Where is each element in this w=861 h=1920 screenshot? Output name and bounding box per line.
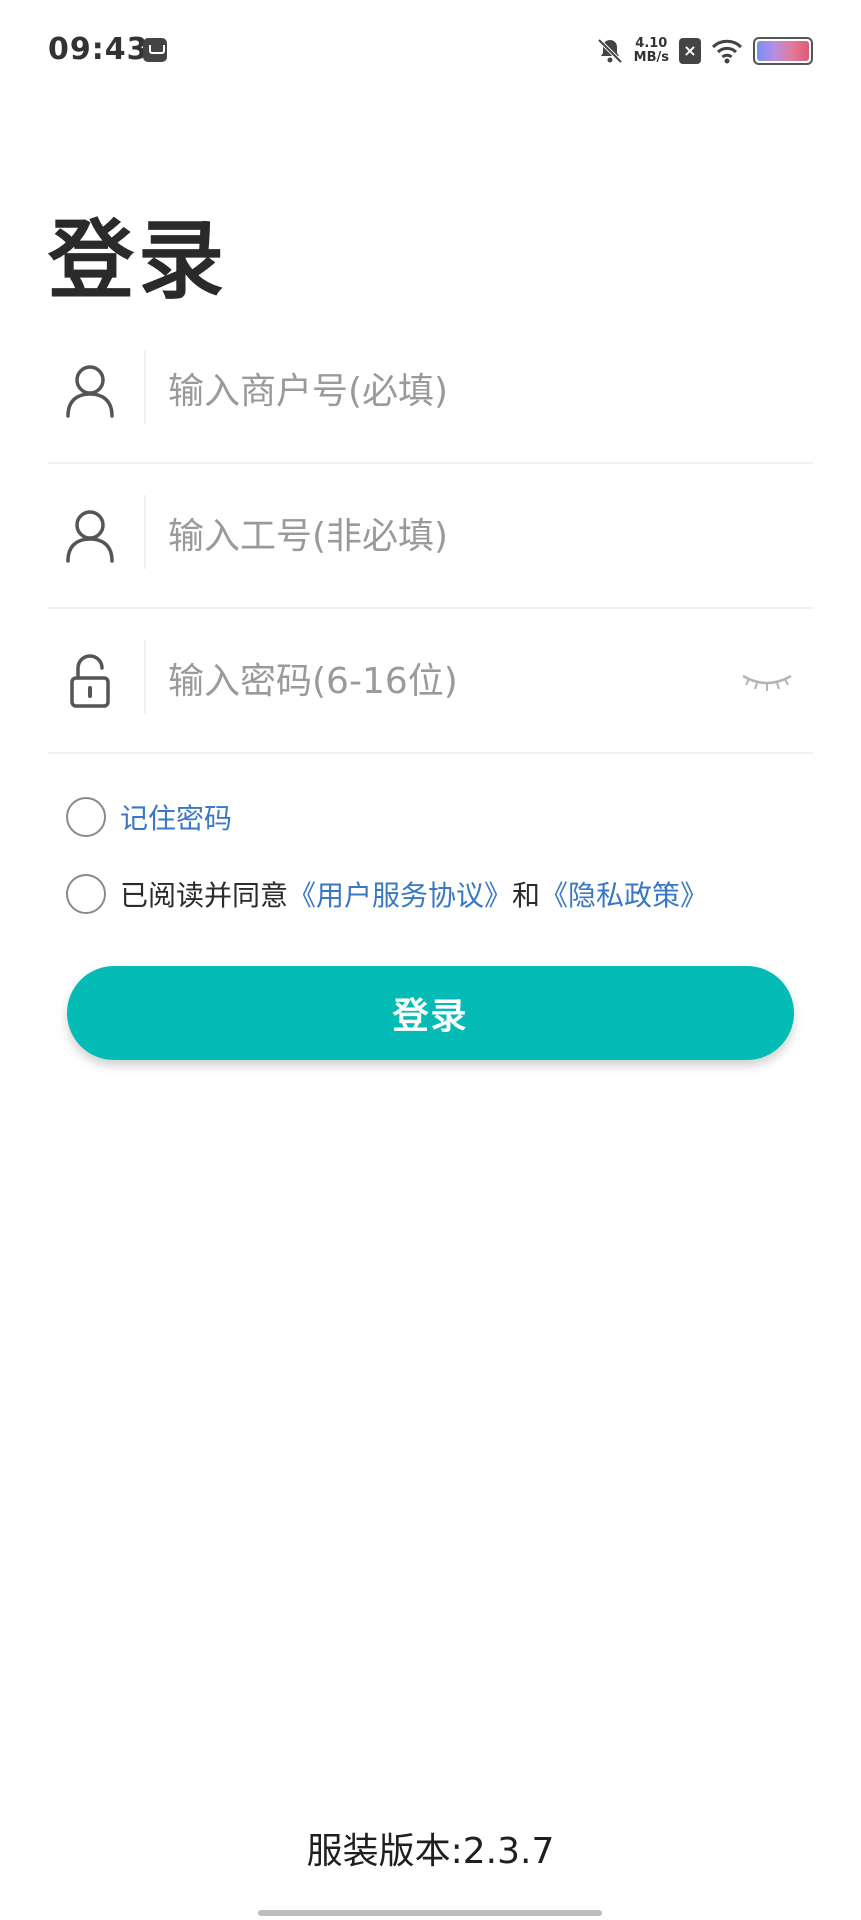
field-divider: [144, 640, 146, 714]
lock-icon: [70, 654, 110, 708]
merchant-field-row: [48, 318, 813, 464]
password-input[interactable]: [166, 648, 730, 714]
sim-off-icon: ×: [679, 38, 701, 64]
agreement-conjunction: 和: [512, 879, 541, 912]
user-icon: [66, 510, 114, 563]
remember-password-checkbox[interactable]: [66, 797, 106, 837]
app-notification-icon: [143, 38, 167, 62]
network-speed: 4.10 MB/s: [634, 37, 669, 65]
status-bar: 09:43 4.10 MB/s ×: [0, 0, 861, 100]
field-divider: [144, 495, 146, 569]
battery-level: [757, 41, 809, 61]
agreement-checkbox[interactable]: [66, 874, 106, 914]
employee-id-input[interactable]: [166, 503, 730, 569]
page-title: 登录: [48, 211, 228, 311]
employee-field-row: [48, 463, 813, 609]
network-speed-value: 4.10: [635, 36, 668, 51]
version-label: 服装版本:2.3.7: [306, 1831, 555, 1872]
mute-bell-icon: [597, 38, 623, 64]
home-indicator[interactable]: [258, 1910, 602, 1916]
agreement-row: 已阅读并同意 《用户服务协议》 和 《隐私政策》: [66, 874, 708, 914]
battery-icon: [753, 37, 813, 65]
status-icons: 4.10 MB/s ×: [596, 32, 813, 70]
status-time: 09:43: [48, 32, 149, 67]
login-button[interactable]: 登录: [67, 966, 794, 1060]
field-divider: [144, 350, 146, 424]
remember-password-row[interactable]: 记住密码: [66, 797, 232, 837]
network-speed-unit: MB/s: [633, 50, 669, 65]
user-agreement-link[interactable]: 《用户服务协议》: [288, 874, 512, 914]
user-icon: [66, 365, 114, 418]
wifi-icon: [711, 39, 743, 64]
eye-closed-icon[interactable]: [739, 666, 795, 696]
password-field-row: [48, 608, 813, 754]
remember-password-label[interactable]: 记住密码: [120, 797, 232, 837]
merchant-id-input[interactable]: [166, 358, 730, 424]
agreement-prefix: 已阅读并同意: [120, 879, 289, 912]
privacy-policy-link[interactable]: 《隐私政策》: [540, 874, 708, 914]
